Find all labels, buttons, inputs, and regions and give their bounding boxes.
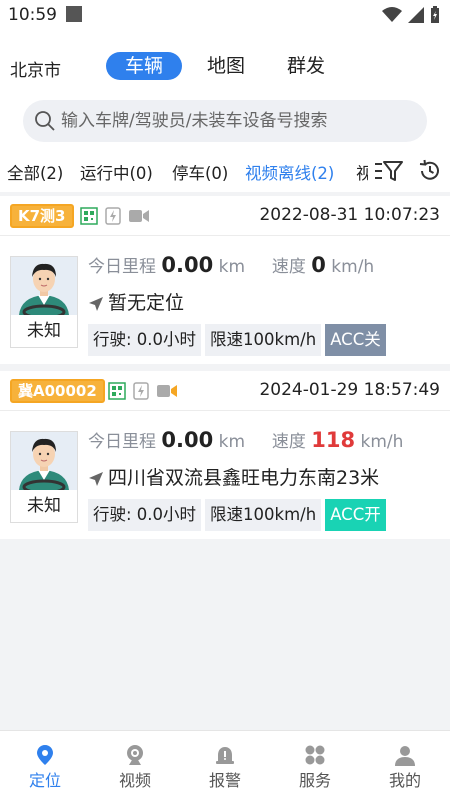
driving-time-chip: 行驶: 0.0小时 [88,324,202,356]
profile-icon [395,746,415,766]
service-icon [305,745,325,765]
tab-map[interactable]: 地图 [200,52,252,80]
location-icon [37,745,53,765]
speed-label: 速度 [271,257,306,277]
mileage-unit: km [218,257,246,277]
mileage-value: 0.00 [161,253,214,277]
acc-status-chip: ACC关 [325,324,386,356]
vehicle-card[interactable]: K7测3 2022-08-31 10:07:23 未知 今日里程 0.00 km [0,196,450,364]
driver-photo [11,432,77,490]
driver-name: 未知 [27,496,61,516]
mileage-label: 今日里程 [88,257,156,277]
vehicle-card-header: 冀A00002 2024-01-29 18:57:49 [0,371,450,411]
status-chips: 行驶: 0.0小时 限速100km/h ACC关 [88,324,386,356]
driver-photo [11,257,77,315]
nav-label: 服务 [298,771,331,790]
acc-status-chip: ACC开 [325,499,386,531]
mileage-unit: km [218,432,246,452]
qr-code-icon[interactable] [80,207,98,225]
filter-video-online[interactable]: 视频在线(0) [356,160,368,184]
speed-label: 速度 [271,432,306,452]
nav-location[interactable]: 定位 [0,731,90,800]
power-icon [133,382,149,400]
speed-unit: km/h [360,432,404,452]
power-icon [105,207,121,225]
location-row[interactable]: 暂无定位 [88,288,184,315]
location-row[interactable]: 四川省双流县鑫旺电力东南23米 [88,463,379,490]
location-text: 四川省双流县鑫旺电力东南23米 [108,467,380,489]
driving-time-chip: 行驶: 0.0小时 [88,499,202,531]
search-input[interactable] [61,100,411,142]
bottom-nav: 定位 视频 报警 服务 我的 [0,730,450,800]
mileage-label: 今日里程 [88,432,156,452]
plate-badge: 冀A00002 [10,379,105,403]
tab-group-send[interactable]: 群发 [278,52,334,80]
last-update-time: 2022-08-31 10:07:23 [259,205,440,225]
search-icon [35,111,55,131]
speed-unit: km/h [331,257,375,277]
wifi-icon [382,7,402,22]
status-chips: 行驶: 0.0小时 限速100km/h ACC开 [88,499,386,531]
vehicle-card-header: K7测3 2022-08-31 10:07:23 [0,196,450,236]
driver-name: 未知 [27,321,61,341]
location-text: 暂无定位 [108,292,185,314]
filter-tabs: 全部(2) 运行中(0) 停车(0) 视频离线(2) 视频在线(0) [0,156,450,188]
status-bar: 10:59 [0,0,450,32]
speed-value: 118 [311,428,356,452]
navigation-arrow-icon [89,471,103,486]
speed-value: 0 [311,253,326,277]
speed-limit-chip: 限速100km/h [205,324,322,356]
filter-video-offline[interactable]: 视频离线(2) [245,160,334,184]
camera-icon [127,745,143,765]
plate-badge: K7测3 [10,204,74,228]
filter-icon[interactable] [375,160,403,182]
navigation-arrow-icon [89,296,103,311]
driver-avatar[interactable]: 未知 [10,431,78,523]
alarm-icon [216,747,234,764]
status-time: 10:59 [8,5,57,25]
nav-label: 定位 [28,771,61,790]
search-bar [23,100,427,142]
mileage-value: 0.00 [161,428,214,452]
filter-all[interactable]: 全部(2) [7,160,63,184]
battery-icon [431,6,439,23]
last-update-time: 2024-01-29 18:57:49 [259,380,440,400]
history-icon[interactable] [418,159,442,183]
nav-service[interactable]: 服务 [270,731,360,800]
nav-label: 报警 [208,771,241,790]
notification-icon [66,6,82,22]
nav-label: 视频 [118,771,151,790]
nav-video[interactable]: 视频 [90,731,180,800]
city-selector[interactable]: 北京市 [10,56,61,81]
mileage-speed-row: 今日里程 0.00 km 速度 118 km/h [88,427,403,452]
driver-avatar[interactable]: 未知 [10,256,78,348]
filter-parked[interactable]: 停车(0) [172,160,228,184]
vehicle-card[interactable]: 冀A00002 2024-01-29 18:57:49 未知 今日里程 0.00… [0,371,450,539]
video-camera-icon[interactable] [156,382,178,400]
header: 北京市 车辆 地图 群发 全部(2) 运行中(0) 停车(0) 视频离线(2) … [0,32,450,192]
mileage-speed-row: 今日里程 0.00 km 速度 0 km/h [88,252,374,277]
signal-icon [408,7,424,23]
filter-running[interactable]: 运行中(0) [80,160,153,184]
nav-alarm[interactable]: 报警 [180,731,270,800]
speed-limit-chip: 限速100km/h [205,499,322,531]
nav-label: 我的 [388,771,421,790]
nav-profile[interactable]: 我的 [360,731,450,800]
tab-vehicles[interactable]: 车辆 [106,52,182,80]
qr-code-icon[interactable] [108,382,126,400]
video-camera-icon[interactable] [128,207,150,225]
status-icons [382,6,440,24]
